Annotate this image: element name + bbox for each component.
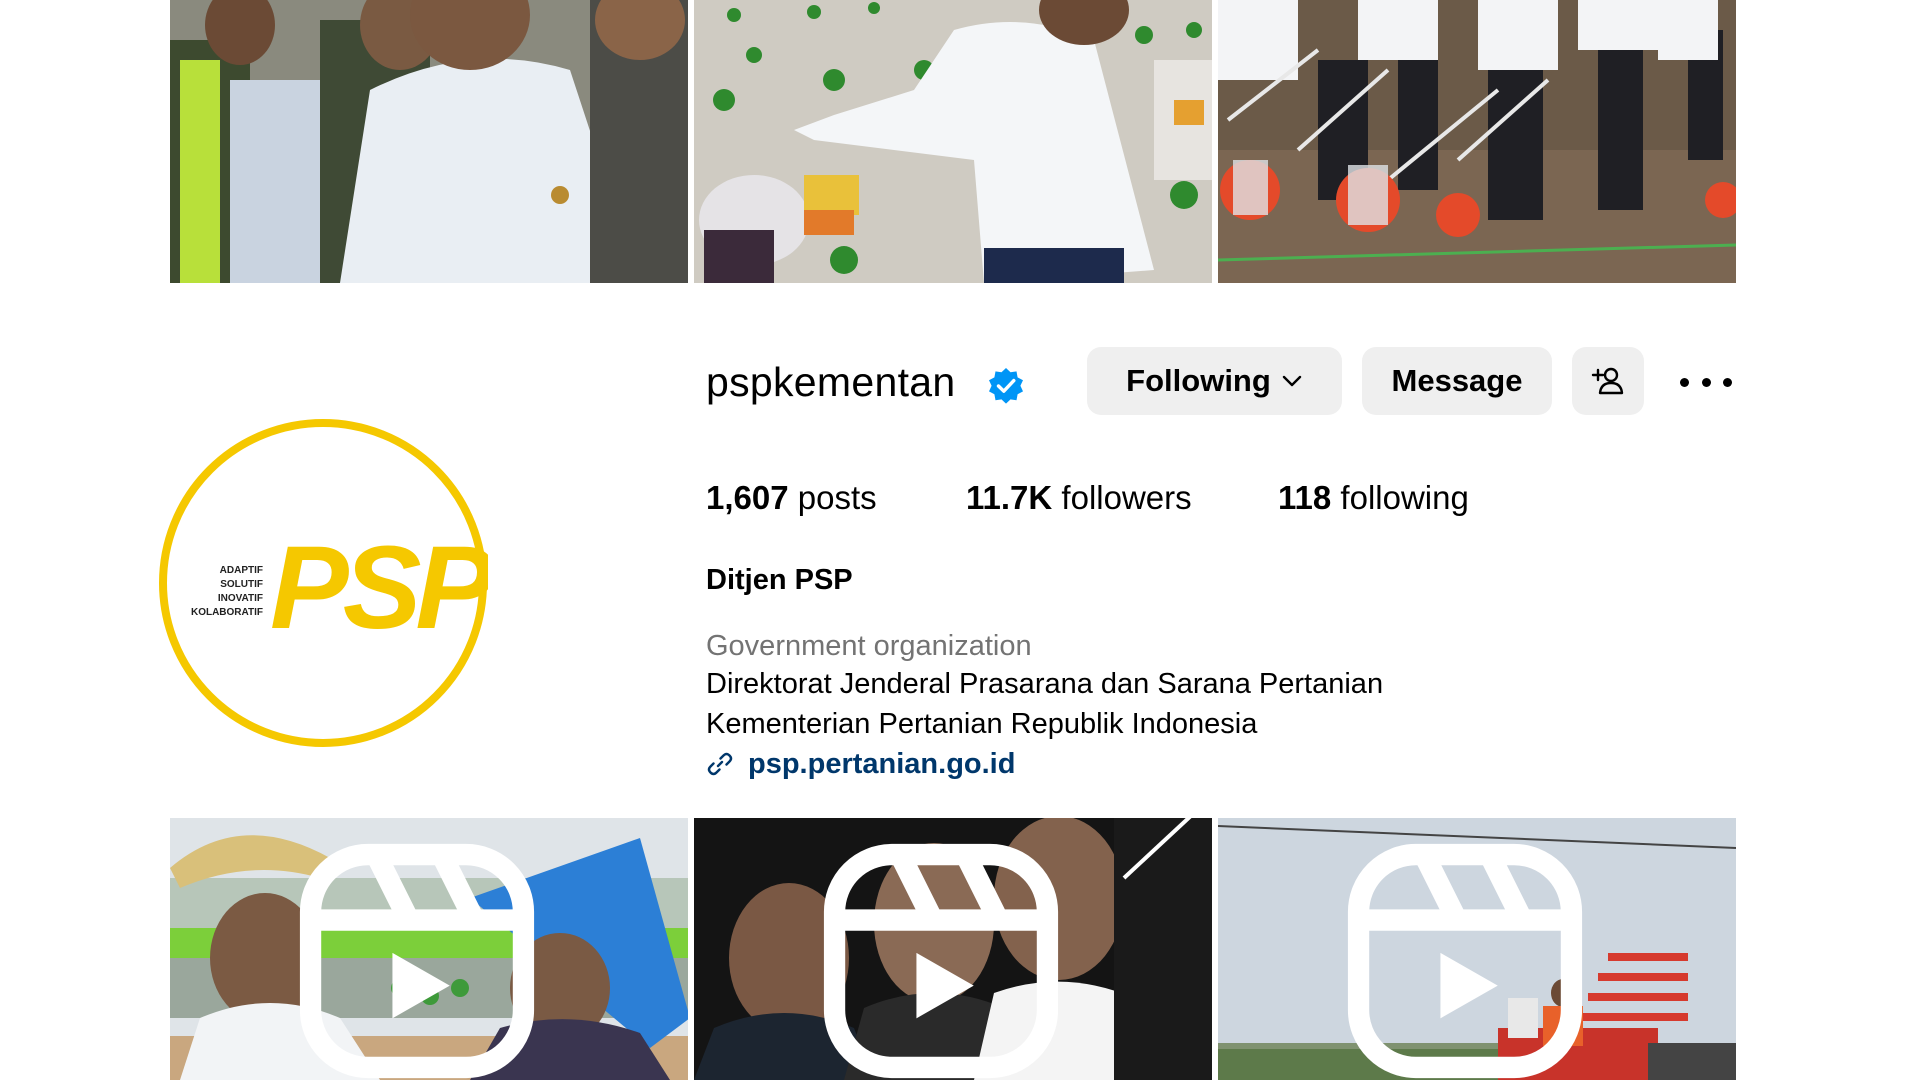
followers-count: 11.7K xyxy=(966,479,1053,516)
logo-wordmark: PSP xyxy=(270,522,488,654)
logo-tagline-2: SOLUTIF xyxy=(220,579,263,590)
profile-avatar[interactable]: ADAPTIF SOLUTIF INOVATIF KOLABORATIF PSP xyxy=(158,418,500,748)
profile-page: ADAPTIF SOLUTIF INOVATIF KOLABORATIF PSP… xyxy=(0,0,1920,1080)
chevron-down-icon xyxy=(1282,375,1302,387)
post-thumbnail[interactable] xyxy=(694,0,1212,283)
posts-stat: 1,607 posts xyxy=(706,474,877,522)
posts-label: posts xyxy=(797,479,877,516)
message-button-label: Message xyxy=(1391,363,1523,398)
following-stat[interactable]: 118 following xyxy=(1278,474,1469,522)
following-label: following xyxy=(1340,479,1469,516)
following-button-label: Following xyxy=(1126,363,1271,398)
more-options-icon[interactable] xyxy=(1680,362,1732,402)
posts-count: 1,607 xyxy=(706,479,789,516)
logo-tagline-1: ADAPTIF xyxy=(220,565,263,576)
logo-tagline-3: INOVATIF xyxy=(218,593,263,604)
reel-icon xyxy=(823,843,1059,1079)
post-image-rice-planting xyxy=(694,0,1212,283)
post-thumbnail[interactable] xyxy=(1218,818,1736,1080)
profile-category: Government organization xyxy=(706,630,1032,662)
message-button[interactable]: Message xyxy=(1362,347,1552,415)
followers-stat[interactable]: 11.7K followers xyxy=(966,474,1192,522)
bio-line: Kementerian Pertanian Republik Indonesia xyxy=(706,708,1258,740)
bio-line: Direktorat Jenderal Prasarana dan Sarana… xyxy=(706,668,1384,700)
following-count: 118 xyxy=(1278,479,1332,516)
reel-icon xyxy=(1347,843,1583,1079)
logo-tagline-4: KOLABORATIF xyxy=(191,607,263,618)
following-button[interactable]: Following xyxy=(1087,347,1342,415)
link-icon xyxy=(707,752,733,776)
profile-username: pspkementan xyxy=(706,359,956,405)
add-user-icon xyxy=(1591,367,1624,395)
profile-link[interactable]: psp.pertanian.go.id xyxy=(706,744,1015,784)
followers-label: followers xyxy=(1061,479,1192,516)
post-thumbnail[interactable] xyxy=(170,818,688,1080)
reel-icon xyxy=(299,843,535,1079)
post-thumbnail[interactable] xyxy=(1218,0,1736,283)
post-image-officials-crowd xyxy=(170,0,688,283)
post-thumbnail[interactable] xyxy=(170,0,688,283)
post-thumbnail[interactable] xyxy=(694,818,1212,1080)
verified-badge-icon xyxy=(989,368,1023,404)
post-image-seeder-machines xyxy=(1218,0,1736,283)
suggested-users-button[interactable] xyxy=(1572,347,1644,415)
psp-logo: ADAPTIF SOLUTIF INOVATIF KOLABORATIF PSP xyxy=(159,419,500,747)
profile-link-text[interactable]: psp.pertanian.go.id xyxy=(748,744,1015,784)
profile-display-name: Ditjen PSP xyxy=(706,564,853,596)
